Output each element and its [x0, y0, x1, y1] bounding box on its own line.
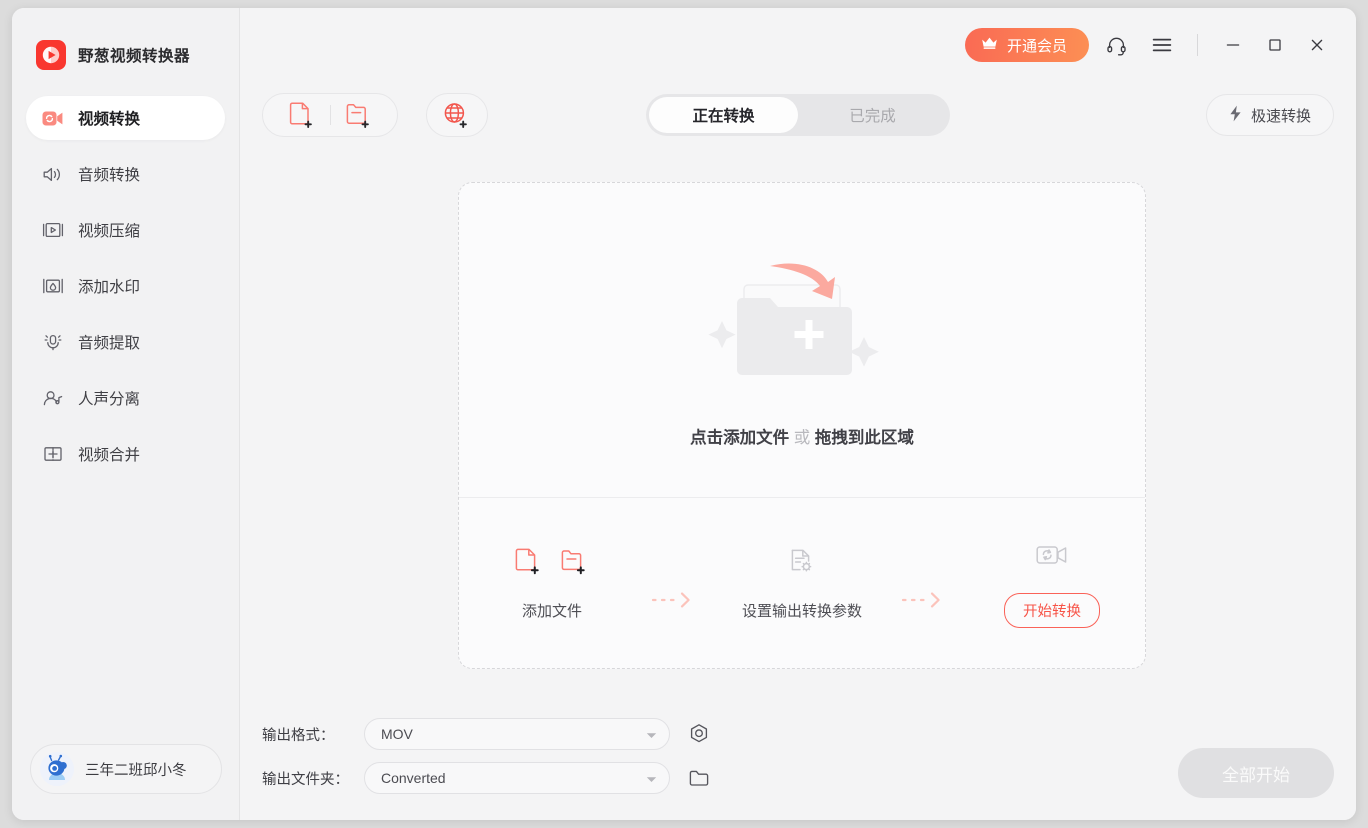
dropzone-click-text: 点击添加文件 — [690, 428, 790, 447]
dotted-arrow-icon — [641, 591, 713, 609]
tab-converting[interactable]: 正在转换 — [649, 97, 798, 133]
main-area: 开通会员 正在转换 已完成 极速转换 点击添加文件 或 拖拽到此区域 添加文件 … — [240, 8, 1356, 820]
dropzone-top: 点击添加文件 或 拖拽到此区域 — [459, 183, 1145, 498]
add-buttons-group — [262, 93, 398, 137]
toolbar: 正在转换 已完成 极速转换 — [262, 93, 1334, 137]
settings-gear-icon[interactable] — [686, 721, 712, 747]
sidebar-item-label: 音频转换 — [78, 167, 141, 184]
step-icons — [1035, 539, 1069, 577]
sidebar-item-label: 视频压缩 — [78, 223, 141, 240]
sidebar-item-audio-extract[interactable]: 音频提取 — [26, 320, 225, 364]
tab-label: 已完成 — [849, 108, 896, 125]
user-name: 三年二班邱小冬 — [85, 762, 187, 779]
watermark-icon — [42, 275, 64, 297]
video-convert-outline-icon — [1035, 542, 1069, 573]
chevron-down-icon — [646, 726, 657, 742]
app-logo-icon — [36, 40, 66, 70]
sidebar-item-label: 添加水印 — [78, 279, 141, 296]
step-start-convert[interactable]: 开始转换 — [963, 539, 1141, 628]
sidebar-item-label: 视频转换 — [78, 111, 141, 128]
vip-label: 开通会员 — [1006, 37, 1067, 55]
folder-open-icon[interactable] — [686, 765, 712, 791]
crown-icon — [981, 36, 998, 54]
brand-name: 野葱视频转换器 — [78, 48, 191, 65]
tab-completed[interactable]: 已完成 — [798, 97, 947, 133]
lightning-bolt-icon — [1229, 105, 1242, 126]
sidebar-item-video-convert[interactable]: 视频转换 — [26, 96, 225, 140]
add-file-icon — [514, 547, 544, 582]
output-folder-label: 输出文件夹： — [262, 771, 349, 788]
output-format-row: 输出格式： MOV — [262, 718, 712, 750]
step-add-file[interactable]: 添加文件 — [463, 546, 641, 621]
output-format-label: 输出格式： — [262, 727, 335, 744]
headset-icon[interactable] — [1097, 26, 1135, 64]
user-avatar — [40, 752, 74, 786]
sidebar-item-video-merge[interactable]: 视频合并 — [26, 432, 225, 476]
add-group-divider — [329, 105, 331, 125]
add-folder-button[interactable] — [335, 95, 383, 135]
video-compress-icon — [42, 219, 64, 241]
start-convert-button[interactable]: 开始转换 — [1004, 592, 1100, 628]
fast-convert-button[interactable]: 极速转换 — [1205, 94, 1334, 136]
sidebar: 野葱视频转换器 视频转换 音频转换 视频压缩 添加水印 音频提取 人声分离 视频… — [12, 8, 240, 820]
step-icons — [787, 546, 817, 584]
vocal-separate-icon — [42, 387, 64, 409]
dropzone-text: 点击添加文件 或 拖拽到此区域 — [690, 424, 914, 448]
output-format-value: MOV — [381, 726, 413, 742]
video-convert-icon — [42, 107, 64, 129]
sidebar-item-label: 人声分离 — [78, 391, 141, 408]
sidebar-item-label: 视频合并 — [78, 447, 141, 464]
add-folder-icon — [560, 547, 590, 582]
minimize-icon[interactable] — [1216, 28, 1250, 62]
video-merge-icon — [42, 443, 64, 465]
step-icons — [514, 546, 590, 584]
output-folder-row: 输出文件夹： Converted — [262, 762, 712, 794]
start-all-button[interactable]: 全部开始 — [1178, 748, 1334, 798]
sidebar-nav: 视频转换 音频转换 视频压缩 添加水印 音频提取 人声分离 视频合并 — [12, 96, 239, 476]
sidebar-item-video-compress[interactable]: 视频压缩 — [26, 208, 225, 252]
titlebar-divider — [1197, 34, 1198, 56]
step-label: 添加文件 — [521, 602, 582, 620]
tab-label: 正在转换 — [692, 108, 755, 125]
output-settings: 输出格式： MOV 输出文件夹： Converted — [262, 718, 712, 806]
app-window: 野葱视频转换器 视频转换 音频转换 视频压缩 添加水印 音频提取 人声分离 视频… — [12, 8, 1356, 820]
dropzone-drag-text: 拖拽到此区域 — [814, 428, 914, 447]
maximize-icon[interactable] — [1258, 28, 1292, 62]
step-label: 设置输出转换参数 — [741, 602, 862, 620]
dropzone-or-text: 或 — [793, 428, 811, 447]
titlebar: 开通会员 — [964, 8, 1356, 82]
dropzone[interactable]: 点击添加文件 或 拖拽到此区域 添加文件 设置输出转换参数 开始转换 — [458, 182, 1146, 669]
output-folder-select[interactable]: Converted — [364, 762, 670, 794]
chevron-down-icon — [646, 770, 657, 786]
sidebar-item-watermark[interactable]: 添加水印 — [26, 264, 225, 308]
audio-convert-icon — [42, 163, 64, 185]
audio-extract-icon — [42, 331, 64, 353]
vip-upgrade-button[interactable]: 开通会员 — [964, 28, 1089, 62]
steps-row: 添加文件 设置输出转换参数 开始转换 — [459, 498, 1145, 668]
user-card[interactable]: 三年二班邱小冬 — [30, 744, 222, 794]
add-file-button[interactable] — [278, 95, 326, 135]
fast-convert-label: 极速转换 — [1250, 107, 1311, 125]
sidebar-item-audio-convert[interactable]: 音频转换 — [26, 152, 225, 196]
output-format-select[interactable]: MOV — [364, 718, 670, 750]
close-icon[interactable] — [1300, 28, 1334, 62]
add-url-button[interactable] — [426, 93, 488, 137]
brand: 野葱视频转换器 — [12, 8, 239, 70]
dotted-arrow-icon — [891, 591, 963, 609]
folder-with-arrow-illustration — [692, 233, 912, 398]
document-settings-icon — [787, 547, 817, 582]
hamburger-menu-icon[interactable] — [1143, 26, 1181, 64]
sidebar-item-vocal-separate[interactable]: 人声分离 — [26, 376, 225, 420]
output-folder-value: Converted — [381, 770, 446, 786]
step-settings[interactable]: 设置输出转换参数 — [713, 546, 891, 621]
sidebar-item-label: 音频提取 — [78, 335, 141, 352]
status-tabs: 正在转换 已完成 — [646, 94, 950, 136]
